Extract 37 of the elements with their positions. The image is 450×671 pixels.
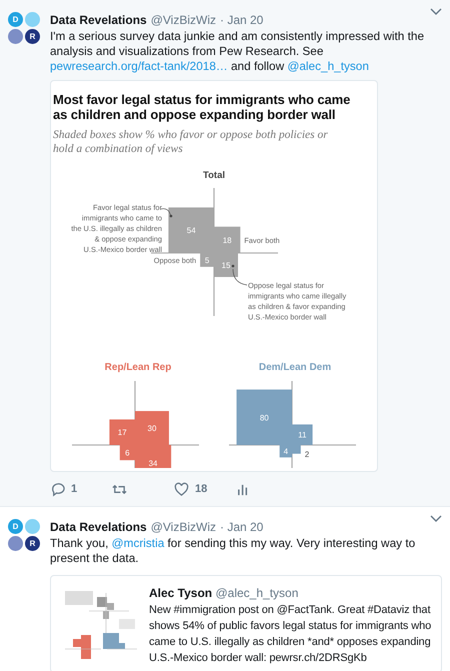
box-value: 4: [284, 447, 288, 456]
author-handle[interactable]: @VizBizWiz: [150, 13, 216, 28]
box-value: 54: [186, 226, 196, 236]
author-name[interactable]: Data Revelations: [50, 13, 147, 28]
quoted-text: New #immigration post on @FactTank. Great #Dataviz that shows 54% of public favors legal status for immigrants who came to U.S. illegally as children *and* opposes expanding U.S.-Mexico border wall: pewrsr.ch/2DRSgKb: [149, 603, 432, 666]
box-value: 2: [304, 450, 310, 459]
avatar-letter: D: [8, 519, 23, 534]
action-count: 1: [71, 483, 78, 495]
box-value: 17: [118, 428, 127, 438]
tweet-text: Thank you, @mcristia for sending this my way. Very interesting way to present the data.: [50, 536, 416, 566]
box-value: 15: [222, 261, 230, 270]
link[interactable]: pewresearch.org/fact-tank/2018…: [50, 59, 228, 73]
box-value: 34: [148, 459, 158, 468]
box-value: 18: [222, 236, 232, 245]
chart-title: Most favor legal status for immigrants who came as children and oppose expanding border wall: [53, 92, 352, 122]
author-name[interactable]: Data Revelations: [50, 520, 147, 535]
avatar-letter: R: [25, 536, 40, 551]
author-name: Alec Tyson: [149, 586, 212, 600]
box-value: 11: [298, 430, 306, 440]
box-value: 6: [125, 448, 130, 458]
avatar-letter: D: [8, 12, 23, 27]
box-value: 5: [204, 256, 210, 265]
action-count: 18: [195, 483, 208, 495]
box-value: 80: [260, 413, 269, 422]
chart-subtitle: Shaded boxes show % who favor or oppose both policies or hold a combination of views: [53, 128, 329, 156]
link[interactable]: @mcristia: [112, 536, 164, 550]
tweet-date[interactable]: · Jan 20: [220, 520, 264, 535]
panel-title: Dem/Lean Dem: [258, 362, 332, 373]
author-handle: @alec_h_tyson: [215, 586, 298, 600]
panel-title: Total: [203, 170, 225, 181]
author-handle[interactable]: @VizBizWiz: [150, 520, 216, 535]
tweet-text: I'm a serious survey data junkie and am consistently impressed with the analysis and visualizations from Pew Research. See pewresearch.org/fact-tank/2018… and follow @alec_h_tyson: [50, 29, 426, 74]
tweet-date[interactable]: · Jan 20: [220, 13, 264, 28]
box-value: 30: [148, 424, 156, 434]
panel-title: Rep/Lean Rep: [104, 362, 172, 373]
avatar-letter: R: [25, 29, 40, 44]
link[interactable]: @alec_h_tyson: [287, 59, 369, 73]
